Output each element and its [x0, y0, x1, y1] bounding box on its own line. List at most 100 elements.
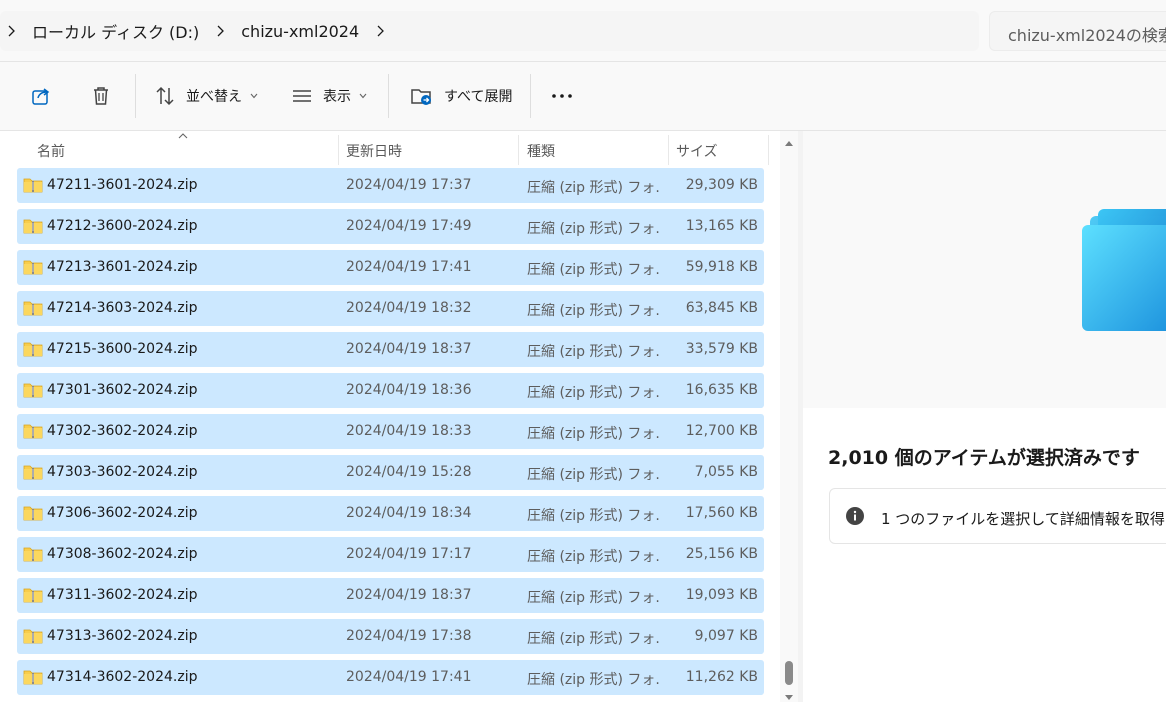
file-name[interactable]: 47214-3603-2024.zip — [47, 300, 197, 316]
file-row[interactable]: 47301-3602-2024.zip 2024/04/19 18:36 圧縮 (z… — [17, 373, 764, 408]
file-size: 19,093 KB — [685, 587, 758, 603]
sort-label: 並べ替え — [186, 89, 242, 105]
zip-folder-icon — [23, 260, 43, 275]
zip-folder-icon — [23, 547, 43, 562]
toolbar-divider — [530, 74, 531, 118]
file-name[interactable]: 47313-3602-2024.zip — [47, 628, 197, 644]
list-view-icon — [293, 90, 311, 102]
file-date: 2024/04/19 18:34 — [346, 505, 472, 521]
info-message-text: 1 つのファイルを選択して詳細情報を取得し — [881, 510, 1166, 528]
info-icon — [846, 507, 864, 525]
extract-all-button[interactable]: すべて展開 — [410, 78, 512, 114]
column-divider[interactable] — [338, 135, 339, 165]
chevron-right-icon[interactable] — [209, 11, 231, 51]
file-name[interactable]: 47301-3602-2024.zip — [47, 382, 197, 398]
column-header: 名前 更新日時 種類 サイズ — [0, 131, 780, 167]
extract-folder-icon — [411, 89, 431, 105]
file-name[interactable]: 47308-3602-2024.zip — [47, 546, 197, 562]
chevron-right-icon[interactable] — [0, 11, 22, 51]
file-type: 圧縮 (zip 形式) フォ... — [527, 262, 661, 278]
file-row[interactable]: 47215-3600-2024.zip 2024/04/19 18:37 圧縮 (z… — [17, 332, 764, 367]
file-row[interactable]: 47308-3602-2024.zip 2024/04/19 17:17 圧縮 (z… — [17, 537, 764, 572]
column-type[interactable]: 種類 — [527, 131, 555, 167]
file-size: 59,918 KB — [685, 259, 758, 275]
zip-folder-icon — [23, 383, 43, 398]
zip-folder-icon — [23, 301, 43, 316]
file-date: 2024/04/19 15:28 — [346, 464, 472, 480]
scroll-down-icon[interactable] — [784, 694, 794, 702]
file-row[interactable]: 47302-3602-2024.zip 2024/04/19 18:33 圧縮 (z… — [17, 414, 764, 449]
column-divider[interactable] — [668, 135, 669, 165]
column-divider[interactable] — [768, 135, 769, 165]
file-size: 12,700 KB — [685, 423, 758, 439]
file-size: 11,262 KB — [685, 669, 758, 685]
file-date: 2024/04/19 17:41 — [346, 669, 472, 685]
search-input[interactable]: chizu-xml2024の検索 — [989, 11, 1166, 51]
file-list: 47211-3601-2024.zip 2024/04/19 17:37 圧縮 (z… — [0, 167, 780, 702]
column-name[interactable]: 名前 — [37, 131, 65, 167]
file-date: 2024/04/19 18:36 — [346, 382, 472, 398]
file-name[interactable]: 47303-3602-2024.zip — [47, 464, 197, 480]
scrollbar-thumb[interactable] — [785, 661, 793, 685]
more-icon — [552, 94, 572, 98]
file-name[interactable]: 47212-3600-2024.zip — [47, 218, 197, 234]
file-row[interactable]: 47314-3602-2024.zip 2024/04/19 17:41 圧縮 (z… — [17, 660, 764, 695]
delete-button[interactable] — [90, 78, 112, 114]
file-type: 圧縮 (zip 形式) フォ... — [527, 426, 661, 442]
column-size[interactable]: サイズ — [676, 131, 718, 167]
sort-icon — [156, 86, 174, 106]
vertical-scrollbar[interactable] — [780, 131, 798, 702]
zip-folder-icon — [23, 178, 43, 193]
file-type: 圧縮 (zip 形式) フォ... — [527, 385, 661, 401]
breadcrumb-item-folder[interactable]: chizu-xml2024 — [231, 22, 369, 41]
file-size: 7,055 KB — [694, 464, 758, 480]
file-name[interactable]: 47306-3602-2024.zip — [47, 505, 197, 521]
file-date: 2024/04/19 17:37 — [346, 177, 472, 193]
file-date: 2024/04/19 18:37 — [346, 341, 472, 357]
file-row[interactable]: 47311-3602-2024.zip 2024/04/19 18:37 圧縮 (z… — [17, 578, 764, 613]
chevron-right-icon[interactable] — [369, 11, 391, 51]
file-name[interactable]: 47302-3602-2024.zip — [47, 423, 197, 439]
file-name[interactable]: 47211-3601-2024.zip — [47, 177, 197, 193]
breadcrumb-item-drive[interactable]: ローカル ディスク (D:) — [22, 19, 209, 43]
file-row[interactable]: 47212-3600-2024.zip 2024/04/19 17:49 圧縮 (z… — [17, 209, 764, 244]
chevron-down-icon — [359, 93, 367, 99]
file-row[interactable]: 47213-3601-2024.zip 2024/04/19 17:41 圧縮 (z… — [17, 250, 764, 285]
selection-count-title: 2,010 個のアイテムが選択済みです — [828, 447, 1140, 469]
sort-ascending-icon — [178, 133, 188, 139]
column-date[interactable]: 更新日時 — [346, 131, 402, 167]
file-name[interactable]: 47215-3600-2024.zip — [47, 341, 197, 357]
share-button[interactable] — [30, 78, 52, 114]
file-row[interactable]: 47306-3602-2024.zip 2024/04/19 18:34 圧縮 (z… — [17, 496, 764, 531]
file-size: 17,560 KB — [685, 505, 758, 521]
zip-folder-icon — [23, 424, 43, 439]
view-button[interactable]: 表示 — [291, 78, 367, 114]
file-row[interactable]: 47303-3602-2024.zip 2024/04/19 15:28 圧縮 (z… — [17, 455, 764, 490]
details-pane: 2,010 個のアイテムが選択済みです 1 つのファイルを選択して詳細情報を取得… — [803, 131, 1166, 702]
sort-button[interactable]: 並べ替え — [154, 78, 258, 114]
info-message: 1 つのファイルを選択して詳細情報を取得し — [829, 488, 1166, 544]
file-date: 2024/04/19 18:33 — [346, 423, 472, 439]
file-date: 2024/04/19 17:17 — [346, 546, 472, 562]
file-row[interactable]: 47214-3603-2024.zip 2024/04/19 18:32 圧縮 (z… — [17, 291, 764, 326]
share-icon — [32, 88, 50, 105]
file-type: 圧縮 (zip 形式) フォ... — [527, 180, 661, 196]
file-size: 13,165 KB — [685, 218, 758, 234]
multiple-files-icon — [1082, 209, 1166, 331]
file-name[interactable]: 47311-3602-2024.zip — [47, 587, 197, 603]
file-row[interactable]: 47313-3602-2024.zip 2024/04/19 17:38 圧縮 (z… — [17, 619, 764, 654]
zip-folder-icon — [23, 670, 43, 685]
address-bar: ローカル ディスク (D:) chizu-xml2024 chizu-xml20… — [0, 0, 1166, 62]
zip-folder-icon — [23, 465, 43, 480]
file-size: 33,579 KB — [685, 341, 758, 357]
file-row[interactable]: 47211-3601-2024.zip 2024/04/19 17:37 圧縮 (z… — [17, 168, 764, 203]
file-size: 16,635 KB — [685, 382, 758, 398]
file-name[interactable]: 47213-3601-2024.zip — [47, 259, 197, 275]
file-name[interactable]: 47314-3602-2024.zip — [47, 669, 197, 685]
scroll-up-icon[interactable] — [784, 139, 794, 147]
column-divider[interactable] — [518, 135, 519, 165]
more-options-button[interactable] — [550, 78, 574, 114]
file-type: 圧縮 (zip 形式) フォ... — [527, 303, 661, 319]
breadcrumb[interactable]: ローカル ディスク (D:) chizu-xml2024 — [0, 11, 979, 51]
file-size: 25,156 KB — [685, 546, 758, 562]
